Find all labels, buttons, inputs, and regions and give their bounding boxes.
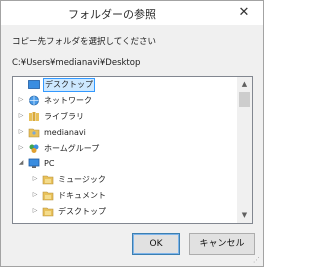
computer-icon: [28, 158, 40, 169]
desktop-icon: [28, 79, 40, 90]
tree-item[interactable]: ▷ ホームグループ: [13, 141, 237, 157]
selected-path: C:¥Users¥medianavi¥Desktop: [12, 58, 141, 68]
tree-item-label: ホームグループ: [44, 143, 100, 153]
tree-item-label: medianavi: [44, 127, 86, 137]
ok-button[interactable]: OK: [132, 233, 180, 255]
expand-arrow-icon[interactable]: ▷: [31, 207, 39, 214]
tree-item[interactable]: ◢ PC: [13, 156, 237, 172]
desktop-folder-icon: [42, 206, 54, 217]
homegroup-icon: [28, 143, 40, 154]
resize-grip[interactable]: ⋰: [253, 256, 261, 264]
library-icon: [28, 111, 40, 122]
tree-item-label: ネットワーク: [44, 95, 92, 105]
tree-item-label: PC: [44, 159, 55, 169]
pictures-folder-icon: [42, 222, 54, 223]
dialog-title: フォルダーの参照: [68, 8, 156, 21]
expand-arrow-icon[interactable]: ▷: [31, 223, 39, 224]
scroll-thumb[interactable]: [239, 92, 250, 107]
title-bar: フォルダーの参照 ✕: [1, 1, 263, 25]
tree-item-label: デスクトップ: [58, 207, 106, 217]
expand-arrow-icon[interactable]: ▷: [31, 191, 39, 198]
instruction-text: コピー先フォルダを選択してください: [12, 37, 156, 47]
vertical-scrollbar[interactable]: ▲ ▼: [237, 77, 252, 223]
folder-tree-rows: デスクトップ ▷ ネットワーク ▷ ライブラリ ▷ medianavi ▷ ホームグループ ◢ PC…: [13, 77, 237, 224]
tree-item-label: ライブラリ: [44, 111, 84, 121]
tree-item-label: デスクトップ: [43, 78, 95, 92]
tree-item-label: ピクチャ: [57, 222, 91, 223]
tree-item[interactable]: ▷ medianavi: [13, 125, 237, 141]
expand-arrow-icon[interactable]: ▷: [31, 175, 39, 182]
close-button[interactable]: ✕: [233, 4, 255, 22]
music-folder-icon: [42, 174, 54, 185]
tree-item-label: ドキュメント: [58, 191, 106, 201]
tree-item[interactable]: ▷ ドキュメント: [13, 188, 237, 204]
documents-folder-icon: [42, 190, 54, 201]
tree-item[interactable]: ▷ ライブラリ: [13, 109, 237, 125]
expanded-arrow-icon[interactable]: ◢: [17, 159, 25, 166]
expand-arrow-icon[interactable]: ▷: [17, 128, 25, 135]
expand-arrow-icon[interactable]: ▷: [17, 144, 25, 151]
tree-item[interactable]: ▷ デスクトップ: [13, 204, 237, 220]
expand-arrow-icon[interactable]: ▷: [17, 112, 25, 119]
tree-item-label: ミュージック: [58, 175, 106, 185]
tree-item[interactable]: デスクトップ: [13, 77, 237, 93]
network-icon: [28, 95, 40, 106]
scroll-down-button[interactable]: ▼: [237, 208, 252, 223]
expand-arrow-icon[interactable]: ▷: [17, 96, 25, 103]
tree-item[interactable]: ▷ ネットワーク: [13, 93, 237, 109]
cancel-button[interactable]: キャンセル: [189, 233, 255, 255]
user-folder-icon: [28, 127, 40, 138]
folder-tree[interactable]: デスクトップ ▷ ネットワーク ▷ ライブラリ ▷ medianavi ▷ ホームグループ ◢ PC…: [12, 76, 253, 224]
scroll-up-button[interactable]: ▲: [237, 77, 252, 92]
tree-item[interactable]: ▷ ピクチャ: [13, 220, 237, 224]
browse-folder-dialog: フォルダーの参照 ✕ コピー先フォルダを選択してください C:¥Users¥me…: [0, 0, 264, 267]
tree-item[interactable]: ▷ ミュージック: [13, 172, 237, 188]
